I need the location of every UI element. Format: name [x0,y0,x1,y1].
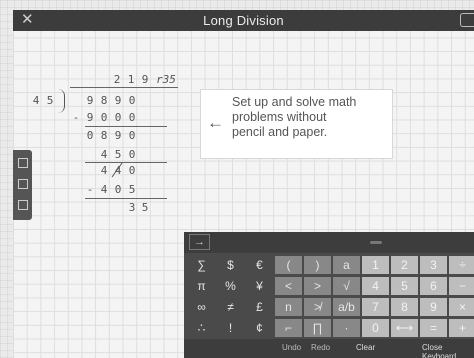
keyboard-key[interactable]: = [420,319,447,337]
window-corner-icon[interactable] [460,13,474,27]
keyboard-key[interactable]: ⟷ [391,319,418,337]
step-digit[interactable]: 0 [111,111,125,124]
side-toolbar [13,150,32,220]
keyboard-key[interactable]: + [449,319,474,337]
keyboard-key[interactable]: 0 [362,319,389,337]
keyboard-key[interactable]: > [304,277,331,295]
app-window: ✕ Long Division 2 1 9 r35 4 5 9 8 9 0 - … [13,10,474,358]
subtraction-line [85,126,167,127]
keyboard-key[interactable]: × [449,298,474,316]
keyboard-key[interactable]: 1 [362,256,389,274]
division-bracket [58,89,65,113]
hint-line: Set up and solve math [232,95,357,109]
keyboard-key[interactable]: − [449,277,474,295]
keyboard-key[interactable]: a/b [333,298,360,316]
keyboard-key[interactable]: 6 [420,277,447,295]
keyboard-key[interactable]: a [333,256,360,274]
keyboard-key[interactable]: 4 [362,277,389,295]
keyboard-key[interactable]: ≠ [217,298,244,316]
close-keyboard-button[interactable]: Close Keyboard [422,343,474,358]
step-digit[interactable]: 9 [111,129,125,142]
page-title: Long Division [203,13,284,28]
keyboard-key[interactable]: 3 [420,256,447,274]
keyboard-key[interactable]: ⌐ [275,319,302,337]
keyboard-key[interactable]: ≯ [304,298,331,316]
keyboard-key[interactable]: ∑ [188,256,215,274]
arrow-right-icon[interactable]: → [189,234,210,250]
dividend-digit[interactable]: 0 [125,94,139,107]
share-icon[interactable] [18,200,28,210]
redo-button[interactable]: Redo [311,343,330,352]
keyboard-key[interactable]: ¥ [246,277,273,295]
drag-handle[interactable] [370,241,382,244]
divisor-digit[interactable]: 5 [43,94,57,107]
keyboard-key[interactable]: € [246,256,273,274]
keyboard-key[interactable]: π [188,277,215,295]
hint-box: ← Set up and solve math problems without… [200,89,393,159]
step-digit[interactable]: 0 [111,183,125,196]
hint-line: problems without [232,110,327,124]
step-sign[interactable]: - [83,183,97,196]
clear-button[interactable]: Clear [356,343,375,352]
step-digit[interactable]: 4 [97,183,111,196]
keyboard-key[interactable]: √ [333,277,360,295]
keyboard-key[interactable]: ∞ [188,298,215,316]
grid-icon[interactable] [18,179,28,189]
step-digit[interactable]: 5 [125,183,139,196]
arrow-left-icon: ← [207,113,224,132]
keyboard-key[interactable]: ( [275,256,302,274]
step-sign[interactable]: - [69,111,83,124]
remainder-digit[interactable]: 5 [138,201,152,214]
keyboard-key[interactable]: ∏ [304,319,331,337]
hint-line: pencil and paper. [232,125,328,139]
dividend-digit[interactable]: 8 [97,94,111,107]
keyboard-key[interactable]: ÷ [449,256,474,274]
keyboard-key[interactable]: 2 [391,256,418,274]
keyboard-footer: Undo Redo Clear Close Keyboard [184,339,474,358]
keyboard-key[interactable]: n [275,298,302,316]
step-digit[interactable]: 8 [97,129,111,142]
dividend-digit[interactable]: 9 [83,94,97,107]
title-bar: ✕ Long Division [13,10,474,31]
dividend-digit[interactable]: 9 [111,94,125,107]
keyboard-key[interactable]: < [275,277,302,295]
step-digit[interactable]: 0 [125,129,139,142]
step-digit[interactable]: 0 [83,129,97,142]
subtraction-line [85,198,167,199]
step-digit[interactable]: 9 [83,111,97,124]
step-digit[interactable]: 0 [125,111,139,124]
quotient-digit[interactable]: 1 [124,73,138,86]
keyboard-key[interactable]: ∙ [333,319,360,337]
math-keyboard: → ∑ $ €() a 1 2 3 ÷ π% ¥ < > √ 4 5 6− ∞ ≠ £ n ≯ a/b 7 8 9 × ∴! ¢ ⌐ ∏ ∙… [184,232,474,358]
keyboard-key[interactable]: ) [304,256,331,274]
step-digit[interactable]: 4 [97,148,111,161]
keyboard-key[interactable]: ¢ [246,319,273,337]
undo-button[interactable]: Undo [282,343,301,352]
step-digit[interactable]: 0 [125,164,139,177]
strike-mark-icon [111,162,123,178]
keyboard-key[interactable]: 9 [420,298,447,316]
keyboard-key[interactable]: % [217,277,244,295]
keyboard-key[interactable]: ! [217,319,244,337]
quotient-digit[interactable]: 9 [138,73,152,86]
keyboard-key[interactable]: ∴ [188,319,215,337]
division-bar [70,87,178,88]
step-digit[interactable]: 0 [97,111,111,124]
remainder-label[interactable]: r35 [154,73,178,86]
quotient-digit[interactable]: 2 [110,73,124,86]
keyboard-header: → [184,232,474,253]
keyboard-key[interactable]: $ [217,256,244,274]
keyboard-key[interactable]: £ [246,298,273,316]
divisor-digit[interactable]: 4 [29,94,43,107]
keyboard-key[interactable]: 7 [362,298,389,316]
subtraction-line [85,162,167,163]
edit-icon[interactable] [18,158,28,168]
keyboard-key[interactable]: 8 [391,298,418,316]
step-digit[interactable]: 0 [125,148,139,161]
step-digit[interactable]: 5 [111,148,125,161]
remainder-digit[interactable]: 3 [125,201,139,214]
keyboard-key[interactable]: 5 [391,277,418,295]
